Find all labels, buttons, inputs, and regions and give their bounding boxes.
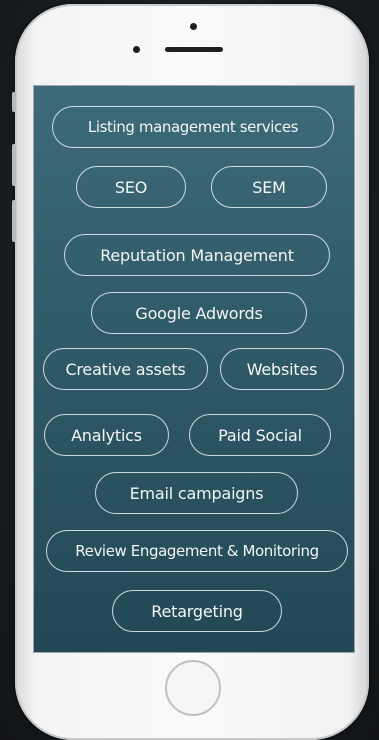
volume-down-button	[12, 200, 16, 242]
service-pill-retargeting[interactable]: Retargeting	[112, 590, 282, 632]
service-pill-websites[interactable]: Websites	[220, 348, 344, 390]
front-camera-icon	[133, 46, 140, 53]
service-pill-reputation-management[interactable]: Reputation Management	[64, 234, 330, 276]
service-pill-google-adwords[interactable]: Google Adwords	[91, 292, 307, 334]
camera-icon	[190, 23, 197, 30]
earpiece-speaker	[165, 47, 223, 52]
service-pill-email-campaigns[interactable]: Email campaigns	[95, 472, 298, 514]
service-pill-analytics[interactable]: Analytics	[44, 414, 169, 456]
mute-switch	[12, 92, 16, 112]
service-pill-paid-social[interactable]: Paid Social	[189, 414, 331, 456]
service-pill-review-engagement[interactable]: Review Engagement & Monitoring	[46, 530, 348, 572]
service-pill-sem[interactable]: SEM	[211, 166, 327, 208]
service-pill-listing-management[interactable]: Listing management services	[52, 106, 334, 148]
service-pill-creative-assets[interactable]: Creative assets	[43, 348, 208, 390]
volume-up-button	[12, 144, 16, 186]
phone-screen: Listing management services SEO SEM Repu…	[34, 86, 354, 652]
home-button[interactable]	[165, 660, 221, 716]
service-pill-seo[interactable]: SEO	[76, 166, 186, 208]
